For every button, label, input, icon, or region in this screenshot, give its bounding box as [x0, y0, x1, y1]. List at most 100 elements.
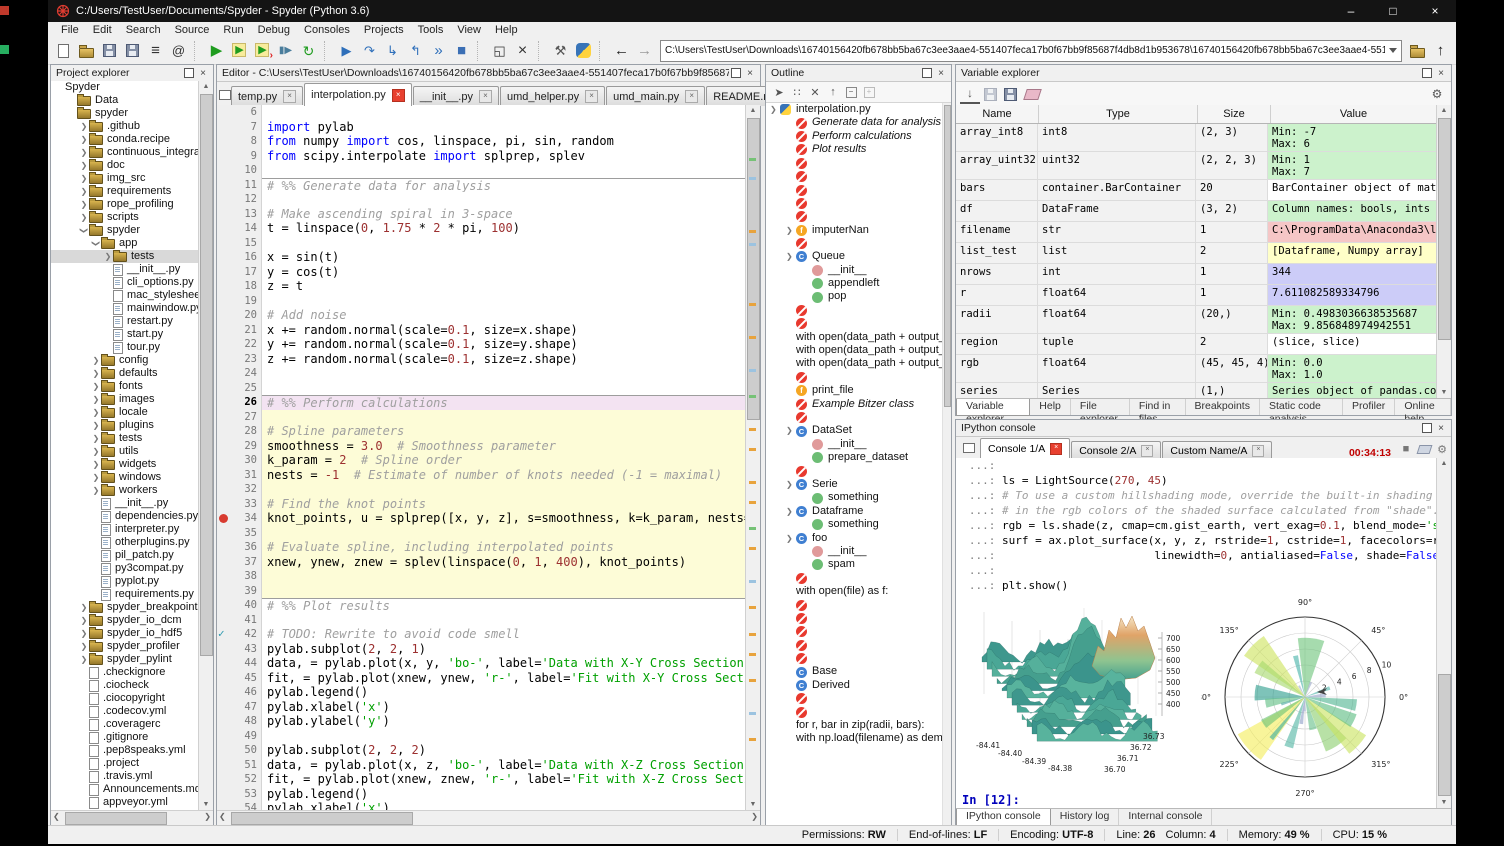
code-line-48[interactable]: 48pylab.ylabel('y') [217, 714, 746, 729]
dock-tab-online-help[interactable]: Online help [1395, 399, 1451, 415]
code-line-47[interactable]: 47pylab.xlabel('x') [217, 700, 746, 715]
chevron-collapsed-icon[interactable]: ❯ [91, 445, 101, 458]
gutter-marker[interactable] [217, 163, 230, 178]
project-tree-item-windows[interactable]: ❯windows [51, 471, 199, 484]
outline-item-interpolation-py[interactable]: ❯interpolation.py [766, 103, 943, 116]
variable-row-series[interactable]: seriesSeries(1,)Series object of pandas.… [956, 383, 1437, 399]
chevron-collapsed-icon[interactable]: ❯ [79, 120, 89, 133]
menu-run[interactable]: Run [216, 24, 250, 36]
code-line-14[interactable]: 14t = linspace(0, 1.75 * 2 * pi, 100) [217, 221, 746, 236]
editor-tab-interpolation-py[interactable]: interpolation.py× [304, 83, 412, 106]
project-tree-item--travis-yml[interactable]: .travis.yml [51, 770, 199, 783]
back-button[interactable]: ← [610, 39, 633, 62]
close-tab-icon[interactable]: × [685, 90, 698, 103]
variable-row-bars[interactable]: barscontainer.BarContainer20BarContainer… [956, 180, 1437, 201]
gutter-marker[interactable] [217, 743, 230, 758]
chevron-collapsed-icon[interactable]: ❯ [91, 380, 101, 393]
chevron-collapsed-icon[interactable]: ❯ [91, 406, 101, 419]
gutter-marker[interactable] [217, 787, 230, 802]
outline-item-with-np-load-filename-as-dem-[interactable]: with np.load(filename) as dem: [766, 732, 943, 745]
go-up-button[interactable]: ↑ [824, 84, 842, 100]
gutter-marker[interactable] [217, 381, 230, 396]
project-tree-item-interpreter-py[interactable]: interpreter.py [51, 523, 199, 536]
outline-item--init-[interactable]: __init__ [766, 545, 943, 558]
project-tree-item--coveragerc[interactable]: .coveragerc [51, 718, 199, 731]
chevron-collapsed-icon[interactable]: ❯ [786, 224, 796, 237]
project-tree-item-requirements[interactable]: ❯requirements [51, 185, 199, 198]
gutter-marker[interactable] [217, 366, 230, 381]
column-header-size[interactable]: Size [1198, 105, 1271, 123]
project-tree-item-data[interactable]: Data [51, 94, 199, 107]
code-line-40[interactable]: 40# %% Plot results [217, 598, 746, 613]
float-pane-button[interactable] [1420, 67, 1434, 79]
project-tree-item-widgets[interactable]: ❯widgets [51, 458, 199, 471]
close-tab-icon[interactable]: × [479, 90, 492, 103]
outline-item--init-[interactable]: __init__ [766, 264, 943, 277]
gutter-marker[interactable] [217, 424, 230, 439]
close-tab-icon[interactable]: × [585, 90, 598, 103]
outline-item-serie[interactable]: ❯CSerie [766, 478, 943, 491]
run-cell-advance-button[interactable]: ▶ [251, 39, 274, 62]
close-tab-icon[interactable]: × [1141, 445, 1153, 457]
parent-directory-button[interactable]: ↑ [1429, 39, 1452, 62]
step-into-button[interactable]: ↳ [381, 39, 404, 62]
code-line-44[interactable]: 44data, = pylab.plot(x, y, 'bo-', label=… [217, 656, 746, 671]
variable-row-nrows[interactable]: nrowsint1344 [956, 264, 1437, 285]
chevron-collapsed-icon[interactable]: ❯ [79, 133, 89, 146]
outline-item-queue[interactable]: ❯CQueue [766, 250, 943, 263]
close-tab-icon[interactable]: × [1252, 445, 1264, 457]
console-vscrollbar[interactable]: ▲▼ [1436, 458, 1451, 809]
project-tree-item-doc[interactable]: ❯doc [51, 159, 199, 172]
outline-item-spam[interactable]: spam [766, 558, 943, 571]
code-line-24[interactable]: 24 [217, 366, 746, 381]
outline-item-cell[interactable] [766, 612, 943, 625]
chevron-collapsed-icon[interactable]: ❯ [103, 250, 113, 263]
code-line-18[interactable]: 18z = t [217, 279, 746, 294]
project-tree-item-images[interactable]: ❯images [51, 393, 199, 406]
outline-item-appendleft[interactable]: appendleft [766, 277, 943, 290]
run-file-button[interactable]: ▶ [205, 39, 228, 62]
step-over-button[interactable]: ↷ [358, 39, 381, 62]
console-tab-console-1-a[interactable]: Console 1/A× [980, 438, 1070, 459]
chevron-collapsed-icon[interactable]: ❯ [79, 653, 89, 666]
project-tree-item-conda-recipe[interactable]: ❯conda.recipe [51, 133, 199, 146]
gutter-marker[interactable] [217, 526, 230, 541]
dock-tab-breakpoints[interactable]: Breakpoints [1186, 399, 1260, 415]
console-dock-tab-ipython-console[interactable]: IPython console [956, 809, 1051, 826]
code-line-11[interactable]: 11# %% Generate data for analysis [217, 178, 746, 193]
fullscreen-button[interactable]: × [511, 39, 534, 62]
project-tree-item-mainwindow-py[interactable]: mainwindow.py [51, 302, 199, 315]
code-line-36[interactable]: 36# Evaluate spline, including interpola… [217, 540, 746, 555]
variable-row-r[interactable]: rfloat6417.611082589334796 [956, 285, 1437, 306]
run-cell-button[interactable]: ▶ [228, 39, 251, 62]
code-line-12[interactable]: 12 [217, 192, 746, 207]
gutter-marker[interactable] [217, 453, 230, 468]
outline-item-dataframe[interactable]: ❯CDataframe [766, 505, 943, 518]
outline-item-derived[interactable]: CDerived [766, 679, 943, 692]
outline-item-print-file[interactable]: fprint_file [766, 384, 943, 397]
code-line-39[interactable]: 39 [217, 584, 746, 599]
variable-row-array_uint32[interactable]: array_uint32uint32(2, 2, 3)Min: 1Max: 7 [956, 152, 1437, 180]
code-line-50[interactable]: 50pylab.subplot(2, 2, 2) [217, 743, 746, 758]
float-pane-button[interactable] [920, 67, 934, 79]
variable-row-radii[interactable]: radiifloat64(20,)Min: 0.4983036638535687… [956, 306, 1437, 334]
outline-item-cell[interactable] [766, 304, 943, 317]
gutter-marker[interactable] [217, 511, 230, 526]
interrupt-kernel-button[interactable]: ■ [1397, 440, 1415, 458]
import-data-button[interactable]: ↓ [960, 84, 980, 104]
chevron-collapsed-icon[interactable]: ❯ [79, 185, 89, 198]
code-line-13[interactable]: 13# Make ascending spiral in 3-space [217, 207, 746, 222]
column-header-name[interactable]: Name [956, 105, 1039, 123]
outline-item-example-bitzer-class[interactable]: Example Bitzer class [766, 398, 943, 411]
outline-item-cell[interactable] [766, 210, 943, 223]
dock-tab-variable-explorer[interactable]: Variable explorer [956, 399, 1030, 416]
chevron-collapsed-icon[interactable]: ❯ [91, 432, 101, 445]
gutter-marker[interactable] [217, 236, 230, 251]
project-tree-item-spyder[interactable]: ❯spyder [51, 224, 199, 237]
code-line-27[interactable]: 27 [217, 410, 746, 425]
outline-item-pop[interactable]: pop [766, 290, 943, 303]
code-line-53[interactable]: 53pylab.legend() [217, 787, 746, 802]
project-tree-item-spyder-io-hdf5[interactable]: ❯spyder_io_hdf5 [51, 627, 199, 640]
clear-console-button[interactable] [1415, 440, 1433, 458]
outline-item-with-open-file-as-f-[interactable]: with open(file) as f: [766, 585, 943, 598]
